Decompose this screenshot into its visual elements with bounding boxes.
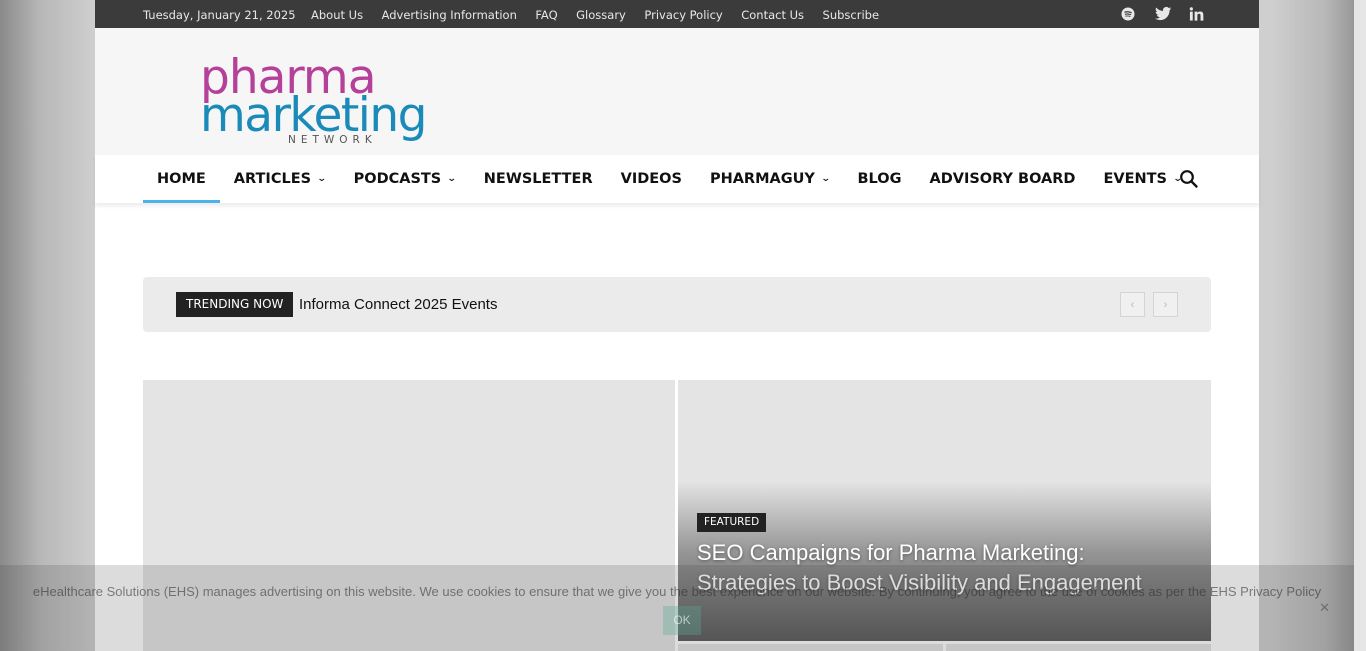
- nav-item-blog[interactable]: BLOG: [843, 155, 915, 203]
- top-link-privacy[interactable]: Privacy Policy: [644, 8, 722, 22]
- top-bar: Tuesday, January 21, 2025 About Us Adver…: [95, 0, 1259, 28]
- top-link-contact[interactable]: Contact Us: [741, 8, 804, 22]
- chevron-down-icon: ⌄: [316, 174, 327, 184]
- top-link-faq[interactable]: FAQ: [535, 8, 557, 22]
- cookie-message: eHealthcare Solutions (EHS) manages adve…: [0, 584, 1354, 599]
- top-link-glossary[interactable]: Glossary: [576, 8, 626, 22]
- nav-item-articles[interactable]: ARTICLES ⌄: [220, 155, 340, 203]
- top-link-subscribe[interactable]: Subscribe: [823, 8, 880, 22]
- chevron-down-icon: ⌄: [820, 174, 831, 184]
- linkedin-icon[interactable]: [1189, 6, 1207, 22]
- privacy-policy-link[interactable]: EHS Privacy Policy: [1210, 584, 1321, 599]
- search-icon[interactable]: [1179, 169, 1199, 189]
- logo-text-network: NETWORK: [288, 134, 377, 146]
- chevron-right-icon[interactable]: ›: [1153, 292, 1178, 317]
- page-container: Tuesday, January 21, 2025 About Us Adver…: [95, 0, 1259, 651]
- nav-label: EVENTS: [1103, 171, 1167, 187]
- cookie-ok-button[interactable]: OK: [663, 606, 701, 635]
- social-links: [1121, 6, 1207, 22]
- nav-label: BLOG: [857, 171, 902, 187]
- nav-label: ARTICLES: [233, 171, 312, 187]
- nav-label: VIDEOS: [620, 171, 682, 187]
- spotify-icon[interactable]: [1121, 6, 1139, 22]
- logo-text-marketing: marketing: [200, 88, 427, 143]
- nav-item-pharmaguy[interactable]: PHARMAGUY ⌄: [696, 155, 844, 203]
- top-link-advertising[interactable]: Advertising Information: [382, 8, 517, 22]
- chevron-left-icon[interactable]: ‹: [1120, 292, 1145, 317]
- site-logo[interactable]: pharma marketing NETWORK: [200, 54, 430, 150]
- nav-label: ADVISORY BOARD: [929, 171, 1076, 187]
- chevron-down-icon: ⌄: [447, 174, 457, 184]
- cookie-banner: eHealthcare Solutions (EHS) manages adve…: [0, 565, 1354, 651]
- nav-label: NEWSLETTER: [483, 171, 593, 187]
- trending-bar: TRENDING NOW Informa Connect 2025 Events…: [143, 277, 1211, 332]
- trending-headline[interactable]: Informa Connect 2025 Events: [299, 296, 497, 313]
- cookie-text: eHealthcare Solutions (EHS) manages adve…: [32, 584, 1210, 599]
- page-scrollbar[interactable]: [1354, 0, 1366, 651]
- nav-label: PODCASTS: [353, 171, 442, 187]
- twitter-icon[interactable]: [1155, 6, 1173, 22]
- nav-items: HOME ARTICLES ⌄ PODCASTS ⌄ NEWSLETTER VIDE…: [143, 155, 1196, 203]
- nav-item-advisory-board[interactable]: ADVISORY BOARD: [915, 155, 1089, 203]
- nav-item-home[interactable]: HOME: [143, 155, 220, 203]
- nav-label: PHARMAGUY: [709, 171, 815, 187]
- close-icon[interactable]: ✕: [1319, 600, 1330, 616]
- trending-arrows: ‹ ›: [1120, 292, 1178, 317]
- top-link-about[interactable]: About Us: [311, 8, 363, 22]
- main-nav: HOME ARTICLES ⌄ PODCASTS ⌄ NEWSLETTER VIDE…: [95, 155, 1259, 203]
- top-links: About Us Advertising Information FAQ Glo…: [311, 8, 898, 22]
- category-badge[interactable]: FEATURED: [697, 513, 767, 532]
- trending-tag: TRENDING NOW: [176, 292, 294, 317]
- nav-item-newsletter[interactable]: NEWSLETTER: [470, 155, 607, 203]
- current-date: Tuesday, January 21, 2025: [143, 8, 296, 22]
- nav-item-podcasts[interactable]: PODCASTS ⌄: [340, 155, 470, 203]
- nav-item-videos[interactable]: VIDEOS: [607, 155, 696, 203]
- site-header: pharma marketing NETWORK: [95, 28, 1259, 155]
- nav-label: HOME: [157, 171, 206, 187]
